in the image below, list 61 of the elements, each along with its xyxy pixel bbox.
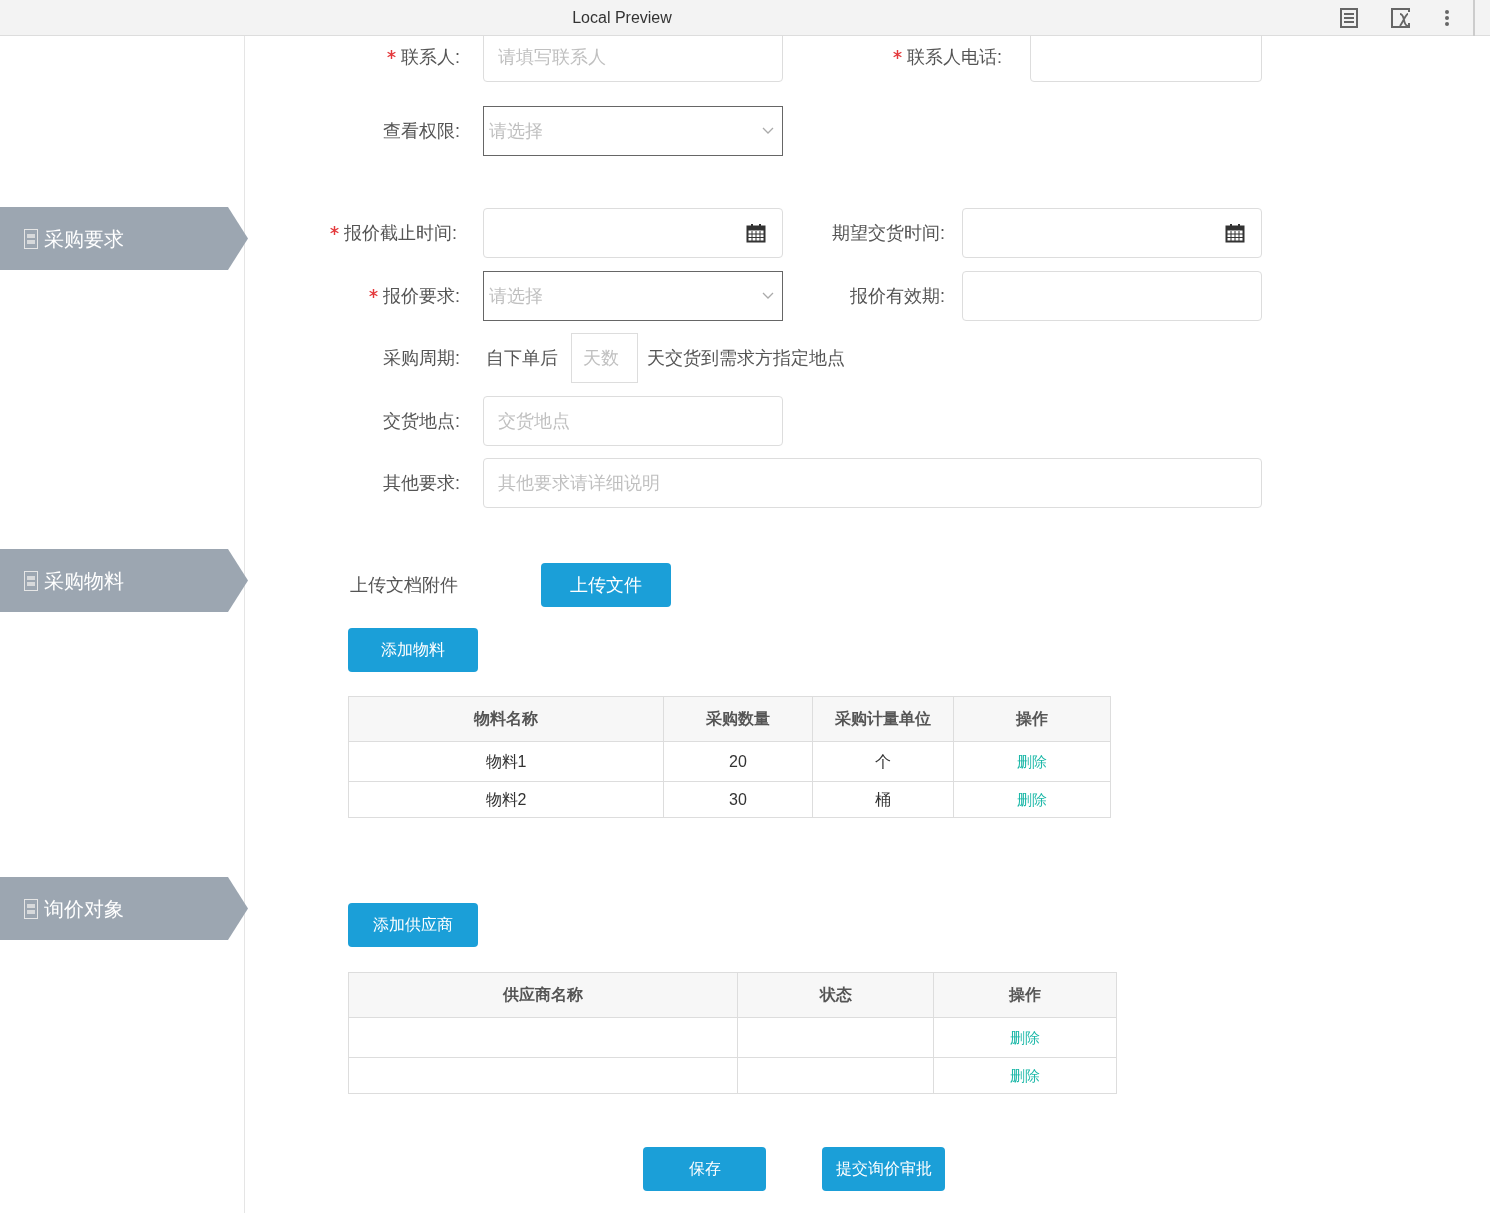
document-icon[interactable]: [1340, 7, 1358, 28]
delete-link[interactable]: 删除: [1017, 790, 1047, 808]
calendar-icon: [1225, 223, 1245, 243]
action-button[interactable]: 提交询价审批: [822, 1147, 945, 1191]
input-field[interactable]: [962, 271, 1262, 321]
missing-glyph-icon: [24, 570, 38, 591]
action-button[interactable]: 保存: [643, 1147, 766, 1191]
field-label: 报价有效期:: [850, 284, 945, 308]
column-header: 采购数量: [663, 696, 813, 742]
table-cell: 30: [729, 790, 747, 808]
table-cell: 物料2: [485, 790, 527, 808]
field-label: 报价截止时间:: [344, 221, 457, 245]
table-cell: 桶: [875, 790, 891, 808]
column-header: 采购计量单位: [812, 696, 954, 742]
action-button[interactable]: 添加供应商: [348, 903, 478, 947]
required-mark-icon: [893, 49, 902, 59]
required-mark-icon: [369, 288, 378, 298]
column-header: 供应商名称: [348, 972, 738, 1018]
section-tab[interactable]: 询价对象: [0, 877, 248, 940]
missing-glyph-icon: [24, 228, 38, 249]
field-text: 天交货到需求方指定地点: [647, 346, 845, 370]
table-cell: 20: [729, 752, 747, 770]
date-field[interactable]: [962, 208, 1262, 258]
column-header: 操作: [953, 696, 1111, 742]
delete-link[interactable]: 删除: [1010, 1066, 1040, 1084]
calendar-icon: [746, 223, 766, 243]
field-label: 联系人:: [401, 45, 460, 69]
field-label: 期望交货时间:: [832, 221, 945, 245]
field-label: 报价要求:: [383, 284, 460, 308]
column-header: 操作: [933, 972, 1117, 1018]
input-field[interactable]: 交货地点: [483, 396, 783, 446]
column-header: 状态: [737, 972, 934, 1018]
section-tab[interactable]: 采购物料: [0, 549, 248, 612]
action-button[interactable]: 上传文件: [541, 563, 671, 607]
chevron-down-icon: [762, 292, 774, 300]
formula-icon[interactable]: [1391, 7, 1413, 28]
missing-glyph-icon: [24, 898, 38, 919]
date-field[interactable]: [483, 208, 783, 258]
required-mark-icon: [387, 49, 396, 59]
action-button[interactable]: 添加物料: [348, 628, 478, 672]
field-label: 交货地点:: [383, 409, 460, 433]
required-mark-icon: [330, 225, 339, 235]
table-cell: 物料1: [485, 752, 527, 770]
field-label: 查看权限:: [383, 119, 460, 143]
window-title: Local Preview: [572, 7, 672, 28]
chevron-down-icon: [762, 127, 774, 135]
field-label: 采购周期:: [383, 346, 460, 370]
field-label: 其他要求:: [383, 471, 460, 495]
table-cell: 个: [875, 752, 891, 770]
section-tab[interactable]: 采购要求: [0, 207, 248, 270]
delete-link[interactable]: 删除: [1017, 752, 1047, 770]
input-field[interactable]: 其他要求请详细说明: [483, 458, 1262, 508]
select-field[interactable]: 请选择: [483, 106, 783, 156]
column-header: 物料名称: [348, 696, 664, 742]
days-input[interactable]: 天数: [571, 333, 638, 383]
select-field[interactable]: 请选择: [483, 271, 783, 321]
upload-label: 上传文档附件: [350, 573, 459, 597]
delete-link[interactable]: 删除: [1010, 1028, 1040, 1046]
more-icon[interactable]: [1445, 9, 1449, 26]
field-label: 联系人电话:: [907, 45, 1002, 69]
field-text: 自下单后: [486, 346, 558, 370]
